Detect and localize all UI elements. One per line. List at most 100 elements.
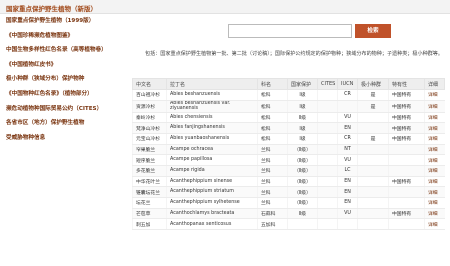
table-body: 百山祖冷杉 Abies beshanzuensis 松科 Ⅰ级 CR 是中国特有 详细 资源冷… bbox=[132, 89, 445, 231]
search-button[interactable]: 检索 bbox=[355, 24, 391, 38]
cell-cites bbox=[317, 165, 338, 177]
cell-small-population: 是 bbox=[357, 100, 389, 113]
cell-iucn: CR bbox=[337, 89, 358, 101]
sidebar-item-species-red-list[interactable]: 《中国物种红色名录》（植物部分） bbox=[0, 87, 132, 102]
cell-iucn bbox=[337, 100, 358, 113]
table-row: 中华花叶兰 Acanthephippium sinense 兰科 （Ⅱ级） EN 中国特有… bbox=[132, 176, 445, 188]
cell-cites bbox=[317, 208, 338, 220]
table-row: 短序脆兰 Acampe papillosa 兰科 （Ⅱ级） VU 详细 bbox=[132, 154, 445, 166]
table-row: 锥囊坛花兰 Acanthephippium striatum 兰科 （Ⅱ级） EN 详细 bbox=[132, 186, 445, 198]
sidebar: 国家重点保护野生植物（1999版） 《中国珍稀濒危植物图鉴》 中国生物多样性红色… bbox=[0, 14, 132, 266]
column-header-small-population: 极小种群 bbox=[357, 78, 389, 90]
search-input[interactable] bbox=[228, 24, 352, 38]
sidebar-item-1999-list[interactable]: 国家重点保护野生植物（1999版） bbox=[0, 14, 132, 29]
cell-cites bbox=[317, 133, 338, 145]
cell-chinese-name: 百山祖冷杉 bbox=[132, 89, 167, 101]
column-header-national-protection: 国家保护 bbox=[287, 78, 318, 90]
cell-chinese-name: 芒苞草 bbox=[132, 208, 167, 220]
cell-latin-name: Acampe papillosa bbox=[166, 154, 258, 166]
cell-iucn: EN bbox=[337, 122, 358, 134]
detail-link[interactable]: 详细 bbox=[424, 133, 445, 145]
cell-endemism: 中国特有 bbox=[388, 176, 425, 188]
detail-link[interactable]: 详细 bbox=[424, 100, 445, 113]
cell-small-population bbox=[357, 112, 389, 124]
cell-chinese-name: 窄果脆兰 bbox=[132, 144, 167, 156]
cell-national-protection: Ⅱ级 bbox=[287, 112, 318, 124]
cell-family: 松科 bbox=[257, 112, 288, 124]
cell-family: 五加科 bbox=[257, 218, 288, 231]
sidebar-item-red-book[interactable]: 《中国植物红皮书》 bbox=[0, 58, 132, 73]
cell-small-population: 是 bbox=[357, 89, 389, 101]
cell-cites bbox=[317, 186, 338, 198]
cell-latin-name: Abies beshanzuensis bbox=[166, 89, 258, 101]
cell-small-population bbox=[357, 154, 389, 166]
detail-link[interactable]: 详细 bbox=[424, 197, 445, 209]
sidebar-item-threatened-species[interactable]: 受威胁物种信息 bbox=[0, 131, 132, 146]
sidebar-item-red-list-higher-plants[interactable]: 中国生物多样性红色名录（高等植物卷） bbox=[0, 43, 132, 58]
sidebar-item-cites[interactable]: 濒危动植物种国际贸易公约（CITES） bbox=[0, 102, 132, 117]
cell-chinese-name: 短序脆兰 bbox=[132, 154, 167, 166]
sidebar-item-provincial[interactable]: 各省市区（地方）保护野生植物 bbox=[0, 116, 132, 131]
cell-chinese-name: 中华花叶兰 bbox=[132, 176, 167, 188]
cell-family: 兰科 bbox=[257, 144, 288, 156]
cell-chinese-name: 梵净山冷杉 bbox=[132, 122, 167, 134]
table-row: 窄果脆兰 Acampe ochracea 兰科 （Ⅱ级） NT 详细 bbox=[132, 144, 445, 156]
cell-family: 松科 bbox=[257, 133, 288, 145]
title-bar: 国家重点保护野生植物（新版） bbox=[0, 0, 450, 14]
cell-chinese-name: 秦岭冷杉 bbox=[132, 112, 167, 124]
cell-national-protection: Ⅰ级 bbox=[287, 133, 318, 145]
cell-iucn: LC bbox=[337, 165, 358, 177]
cell-iucn: NT bbox=[337, 144, 358, 156]
cell-latin-name: Acanthochlamys bracteata bbox=[166, 208, 258, 220]
table-row: 多花脆兰 Acampe rigida 兰科 （Ⅱ级） LC 详细 bbox=[132, 165, 445, 177]
cell-small-population: 是 bbox=[357, 133, 389, 145]
table-row: 秦岭冷杉 Abies chensiensis 松科 Ⅱ级 VU 中国特有 详细 bbox=[132, 112, 445, 124]
cell-family: 松科 bbox=[257, 100, 288, 113]
cell-cites bbox=[317, 144, 338, 156]
column-header-endemism: 特有性 bbox=[388, 78, 425, 90]
cell-endemism: 中国特有 bbox=[388, 100, 425, 113]
table-row: 百山祖冷杉 Abies beshanzuensis 松科 Ⅰ级 CR 是中国特有 详细 bbox=[132, 89, 445, 101]
cell-latin-name: Acanthephippium sinense bbox=[166, 176, 258, 188]
cell-family: 兰科 bbox=[257, 165, 288, 177]
table-row: 元宝山冷杉 Abies yuanbaoshanensis 松科 Ⅰ级 CR 是中国特有 详细 bbox=[132, 133, 445, 145]
cell-national-protection: Ⅱ级 bbox=[287, 208, 318, 220]
cell-chinese-name: 锥囊坛花兰 bbox=[132, 186, 167, 198]
cell-iucn: EN bbox=[337, 186, 358, 198]
species-table: 中文名 拉丁名 科名 国家保护 CITES IUCN 极小种群 特有性 详细 百… bbox=[132, 78, 445, 231]
column-header-iucn: IUCN bbox=[337, 78, 358, 90]
detail-link[interactable]: 详细 bbox=[424, 165, 445, 177]
detail-link[interactable]: 详细 bbox=[424, 208, 445, 220]
cell-small-population bbox=[357, 197, 389, 209]
detail-link[interactable]: 详细 bbox=[424, 89, 445, 101]
cell-iucn: CR bbox=[337, 133, 358, 145]
detail-link[interactable]: 详细 bbox=[424, 122, 445, 134]
cell-latin-name: Abies beshanzuensis var. ziyuanensis bbox=[166, 100, 258, 113]
cell-chinese-name: 刺五加 bbox=[132, 218, 167, 231]
cell-small-population bbox=[357, 218, 389, 231]
detail-link[interactable]: 详细 bbox=[424, 112, 445, 124]
sidebar-item-small-populations[interactable]: 极小种群（狭域分布）保护物种 bbox=[0, 72, 132, 87]
cell-iucn: EN bbox=[337, 197, 358, 209]
cell-national-protection: Ⅰ级 bbox=[287, 100, 318, 113]
cell-family: 石蒜科 bbox=[257, 208, 288, 220]
column-header-latin-name: 拉丁名 bbox=[166, 78, 258, 90]
cell-small-population bbox=[357, 144, 389, 156]
cell-cites bbox=[317, 100, 338, 113]
detail-link[interactable]: 详细 bbox=[424, 176, 445, 188]
cell-latin-name: Abies yuanbaoshanensis bbox=[166, 133, 258, 145]
detail-link[interactable]: 详细 bbox=[424, 218, 445, 231]
detail-link[interactable]: 详细 bbox=[424, 186, 445, 198]
detail-link[interactable]: 详细 bbox=[424, 144, 445, 156]
table-row: 梵净山冷杉 Abies fanjingshanensis 松科 Ⅰ级 EN 中国特有 详细 bbox=[132, 122, 445, 134]
table-row: 芒苞草 Acanthochlamys bracteata 石蒜科 Ⅱ级 VU 中国特有 详细 bbox=[132, 208, 445, 220]
cell-endemism: 中国特有 bbox=[388, 89, 425, 101]
detail-link[interactable]: 详细 bbox=[424, 154, 445, 166]
sidebar-item-rare-atlas[interactable]: 《中国珍稀濒危植物图鉴》 bbox=[0, 29, 132, 44]
cell-endemism bbox=[388, 165, 425, 177]
cell-national-protection: （Ⅱ级） bbox=[287, 176, 318, 188]
table-row: 刺五加 Acanthopanax senticosus 五加科 详细 bbox=[132, 218, 445, 231]
cell-small-population bbox=[357, 176, 389, 188]
page-title: 国家重点保护野生植物（新版） bbox=[6, 5, 97, 13]
cell-latin-name: Abies chensiensis bbox=[166, 112, 258, 124]
